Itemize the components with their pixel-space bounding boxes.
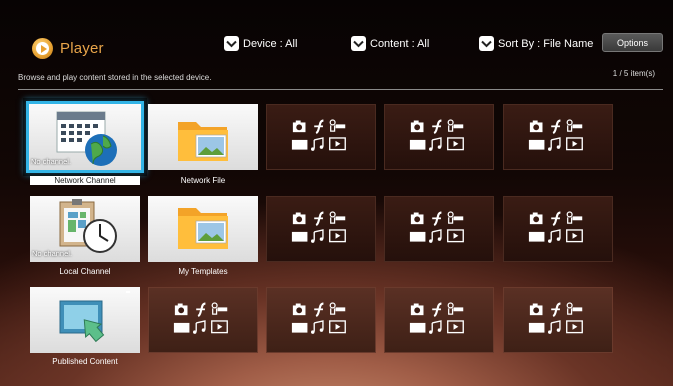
tile-label-my-templates: My Templates [178,267,228,276]
header-divider [18,89,663,90]
tile-empty [503,287,613,353]
tile-label-published-content: Published Content [52,357,118,366]
tile-empty [266,104,376,170]
media-placeholder-icon [527,118,584,152]
item-count: 1 / 5 item(s) [612,69,655,78]
published-content-icon [59,291,130,343]
tile-network-channel[interactable]: No channel. [26,101,144,173]
chevron-down-icon [351,36,366,51]
media-placeholder-icon [408,301,465,335]
media-placeholder-icon [408,118,465,152]
device-filter-dropdown[interactable]: Device : All [224,36,297,51]
tile-label-network-file: Network File [180,176,226,185]
tile-label-network-channel: Network Channel [30,176,140,185]
options-button[interactable]: Options [602,33,663,52]
tile-status: No channel. [32,249,73,258]
tile-label-local-channel: Local Channel [59,267,111,276]
play-icon [32,38,53,59]
tile-network-file[interactable] [148,104,258,170]
media-placeholder-icon [527,210,584,244]
tile-empty [148,287,258,353]
chevron-down-icon [479,36,494,51]
media-placeholder-icon [172,301,229,335]
content-filter-dropdown[interactable]: Content : All [351,36,429,51]
page-title: Player [60,40,104,57]
media-placeholder-icon [290,301,347,335]
tile-empty [384,196,494,262]
tile-empty [266,196,376,262]
folder-icon [178,208,228,249]
media-placeholder-icon [290,118,347,152]
tile-empty [503,104,613,170]
media-placeholder-icon [408,210,465,244]
tile-local-channel[interactable]: No channel. [30,196,140,262]
tile-my-templates[interactable] [148,196,258,262]
tile-published-content[interactable] [30,287,140,353]
content-filter-label: Content : All [370,37,430,50]
media-placeholder-icon [527,301,584,335]
media-placeholder-icon [290,210,347,244]
sort-dropdown[interactable]: Sort By : File Name [479,36,593,51]
sort-label: Sort By : File Name [498,37,594,50]
app-header: Player [32,38,104,59]
folder-icon [178,122,228,161]
chevron-down-icon [224,36,239,51]
tile-empty [266,287,376,353]
page-description: Browse and play content stored in the se… [18,73,212,82]
player-screen: Player Device : All Content : All Sort B… [0,0,673,386]
tile-empty [503,196,613,262]
tile-empty [384,287,494,353]
device-filter-label: Device : All [243,37,298,50]
tile-empty [384,104,494,170]
tile-status: No channel. [31,157,72,166]
